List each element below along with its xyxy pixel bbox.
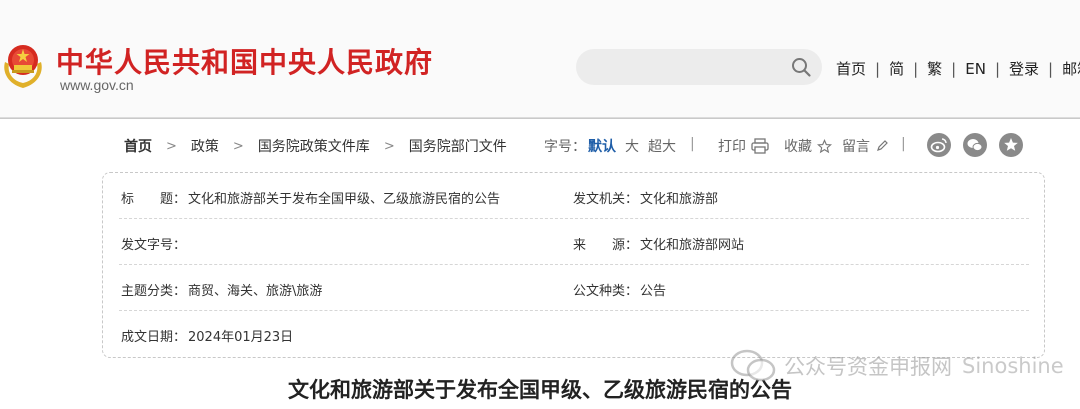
info-issuer: 发文机关： 文化和旅游部 (573, 188, 718, 207)
nav-home[interactable]: 首页 (836, 58, 866, 79)
info-row: 发文字号： 来 源： 文化和旅游部网站 (119, 219, 1029, 265)
info-value: 文化和旅游部 (640, 192, 719, 207)
breadcrumb-department-docs[interactable]: 国务院部门文件 (409, 136, 507, 156)
info-label: 公文种类： (573, 284, 639, 299)
toolbar-divider: | (690, 136, 695, 152)
watermark-brand: Sinoshine (962, 354, 1064, 378)
info-label: 主题分类： (121, 284, 187, 299)
wechat-icon[interactable] (963, 133, 987, 157)
font-size-label: 字号： (544, 139, 586, 155)
nav-traditional[interactable]: 繁 (927, 58, 942, 79)
info-date: 成文日期： 2024年01月23日 (121, 326, 293, 345)
nav-login[interactable]: 登录 (1009, 58, 1039, 79)
search-box (576, 49, 822, 85)
top-nav: 首页 | 简 | 繁 | EN | 登录 | 邮箱 (836, 58, 1080, 79)
message-button[interactable]: 留言 (842, 136, 889, 156)
nav-mail[interactable]: 邮箱 (1062, 58, 1080, 79)
nav-separator: | (1048, 59, 1054, 78)
nav-english[interactable]: EN (965, 60, 986, 78)
breadcrumb: 首页 > 政策 > 国务院政策文件库 > 国务院部门文件 (124, 136, 507, 156)
nav-simplified[interactable]: 简 (889, 58, 904, 79)
nav-separator: | (951, 59, 957, 78)
pencil-icon (877, 140, 888, 151)
nav-separator: | (875, 59, 881, 78)
font-size-large[interactable]: 大 (625, 136, 639, 156)
favorite-label: 收藏 (784, 139, 812, 155)
breadcrumb-policy-library[interactable]: 国务院政策文件库 (258, 136, 370, 156)
star-icon[interactable] (999, 133, 1023, 157)
font-size-xlarge[interactable]: 超大 (648, 136, 676, 156)
info-label: 发文字号： (121, 238, 187, 253)
watermark: 公众号资金申报网 Sinoshine (728, 348, 1064, 384)
info-row: 主题分类： 商贸、海关、旅游\旅游 公文种类： 公告 (119, 265, 1029, 311)
nav-separator: | (994, 59, 1000, 78)
document-info-panel: 标 题： 文化和旅游部关于发布全国甲级、乙级旅游民宿的公告 发文机关： 文化和旅游部… (102, 172, 1045, 358)
info-label: 标 题： (121, 192, 187, 207)
info-topic: 主题分类： 商贸、海关、旅游\旅游 (121, 280, 322, 299)
info-doctype: 公文种类： 公告 (573, 280, 666, 299)
chevron-right-icon: > (166, 138, 177, 154)
info-label: 成文日期： (121, 330, 187, 345)
star-outline-icon (817, 138, 832, 153)
print-label: 打印 (718, 139, 746, 155)
info-docno: 发文字号： (121, 234, 196, 253)
printer-icon (751, 138, 769, 154)
info-value: 2024年01月23日 (188, 330, 294, 345)
favorite-button[interactable]: 收藏 (784, 136, 832, 156)
breadcrumb-policy[interactable]: 政策 (191, 136, 219, 156)
info-label: 发文机关： (573, 192, 639, 207)
info-title: 标 题： 文化和旅游部关于发布全国甲级、乙级旅游民宿的公告 (121, 188, 500, 207)
print-button[interactable]: 打印 (718, 136, 769, 156)
info-value: 文化和旅游部关于发布全国甲级、乙级旅游民宿的公告 (188, 192, 501, 207)
font-size-switcher: 字号： 默认 大 超大 (544, 136, 676, 156)
info-label: 来 源： (573, 238, 639, 253)
breadcrumb-home[interactable]: 首页 (124, 136, 152, 156)
info-source: 来 源： 文化和旅游部网站 (573, 234, 744, 253)
nav-separator: | (913, 59, 919, 78)
national-emblem-icon[interactable] (0, 40, 46, 90)
site-header: 中华人民共和国中央人民政府 www.gov.cn 首页 | 简 | 繁 | EN… (0, 0, 1080, 119)
chevron-right-icon: > (383, 138, 395, 154)
site-url[interactable]: www.gov.cn (60, 77, 134, 93)
font-size-default[interactable]: 默认 (588, 136, 616, 156)
chevron-right-icon: > (232, 138, 244, 154)
wechat-watermark-icon (730, 349, 776, 382)
weibo-icon[interactable] (927, 133, 951, 157)
site-title[interactable]: 中华人民共和国中央人民政府 (56, 41, 433, 81)
search-icon[interactable] (790, 56, 812, 78)
info-value: 商贸、海关、旅游\旅游 (188, 284, 323, 299)
info-value: 文化和旅游部网站 (640, 238, 745, 253)
info-row: 标 题： 文化和旅游部关于发布全国甲级、乙级旅游民宿的公告 发文机关： 文化和旅游部 (119, 173, 1029, 219)
info-value: 公告 (640, 284, 667, 299)
watermark-text: 公众号资金申报网 (784, 355, 952, 379)
toolbar-divider: | (901, 136, 906, 152)
search-input[interactable] (592, 57, 782, 77)
message-label: 留言 (842, 139, 870, 155)
